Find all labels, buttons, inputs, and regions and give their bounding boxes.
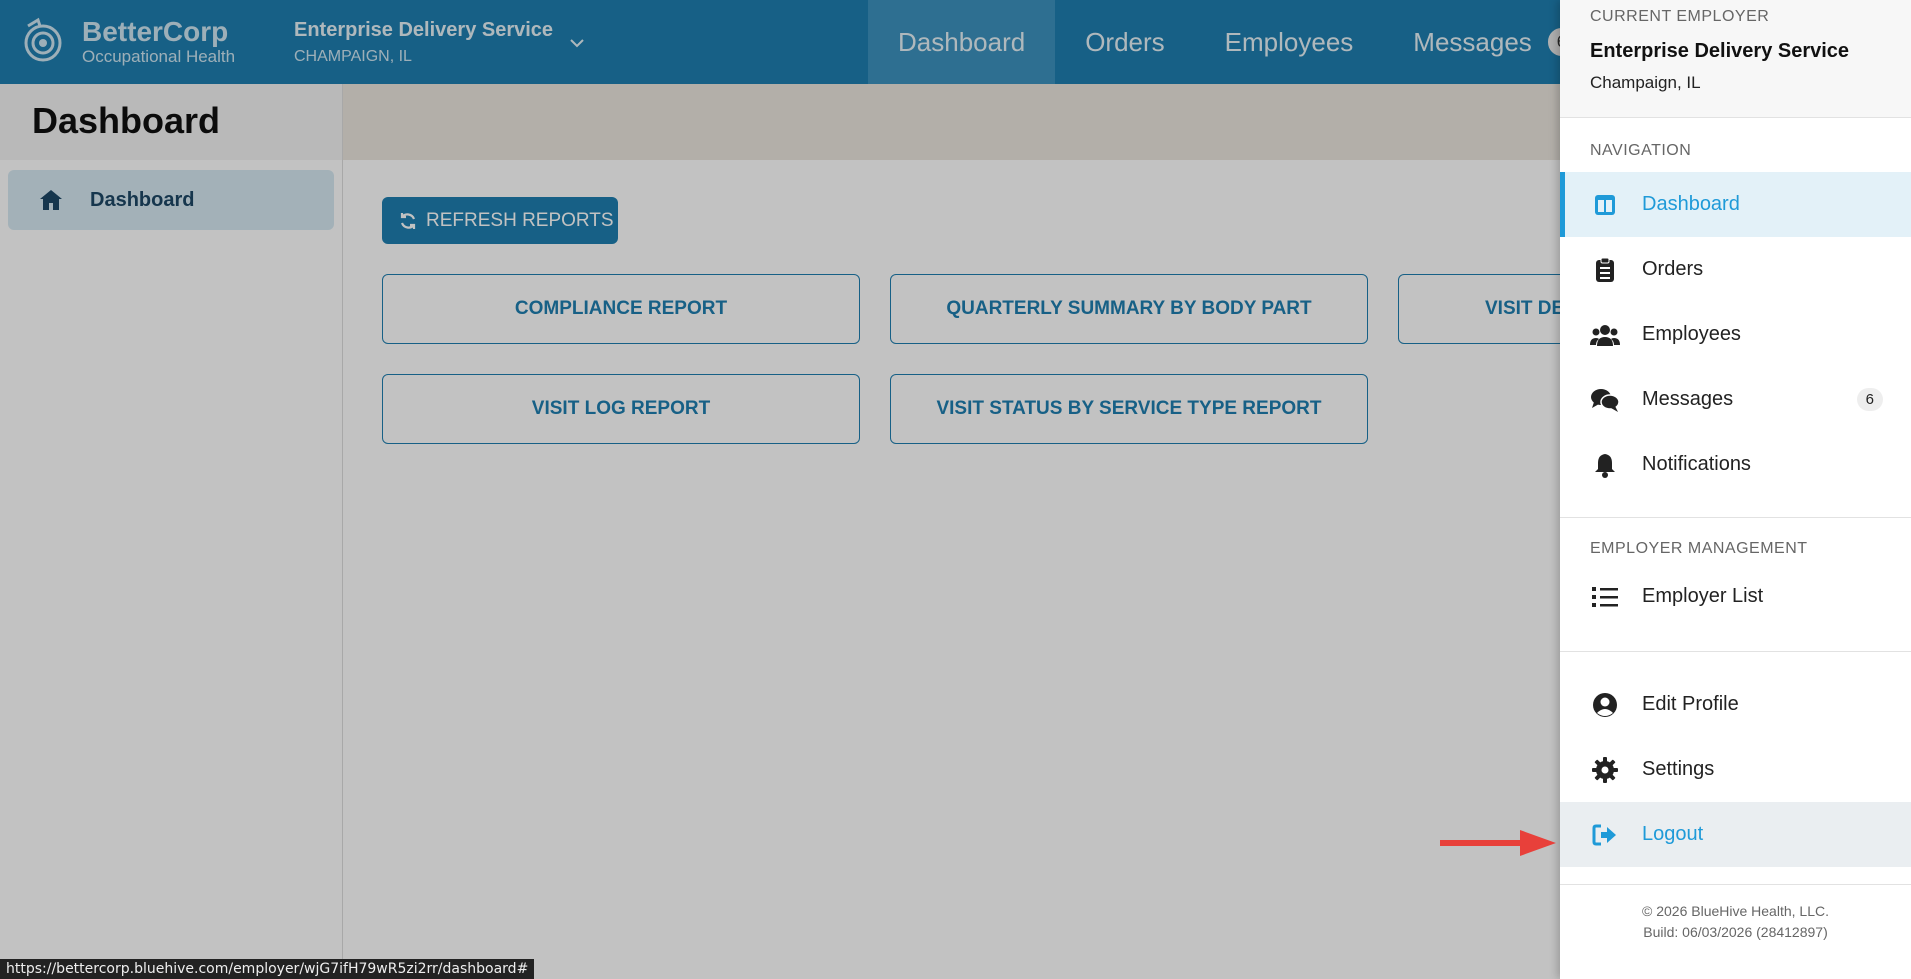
current-employer-section: CURRENT EMPLOYER Enterprise Delivery Ser…: [1560, 0, 1911, 118]
build-text: Build: 06/03/2026 (28412897): [1643, 924, 1828, 940]
logout-icon: [1590, 820, 1620, 850]
drawer-nav-label: Dashboard: [1642, 193, 1740, 215]
drawer-nav-label: Employer List: [1642, 585, 1764, 607]
users-icon: [1590, 320, 1620, 350]
status-bar-url: https://bettercorp.bluehive.com/employer…: [0, 959, 535, 979]
modal-overlay[interactable]: [0, 0, 1560, 979]
navigation-caption: NAVIGATION: [1590, 142, 1692, 159]
user-circle-icon: [1590, 690, 1620, 720]
drawer-nav-edit-profile[interactable]: Edit Profile: [1560, 672, 1911, 737]
annotation-arrow-icon: [1440, 830, 1556, 856]
drawer-nav-label: Employees: [1642, 323, 1741, 345]
gear-icon: [1590, 755, 1620, 785]
drawer-footer: © 2026 BlueHive Health, LLC. Build: 06/0…: [1560, 884, 1911, 979]
nav-drawer: CURRENT EMPLOYER Enterprise Delivery Ser…: [1560, 0, 1911, 979]
drawer-nav-logout[interactable]: Logout: [1560, 802, 1911, 867]
drawer-nav-label: Notifications: [1642, 453, 1751, 475]
drawer-nav-employer-list[interactable]: Employer List: [1560, 564, 1911, 629]
drawer-nav-messages[interactable]: Messages 6: [1560, 367, 1911, 432]
drawer-nav-label: Messages: [1642, 388, 1734, 410]
drawer-nav-label: Edit Profile: [1642, 693, 1739, 715]
drawer-nav-settings[interactable]: Settings: [1560, 737, 1911, 802]
drawer-nav-dashboard[interactable]: Dashboard: [1560, 172, 1911, 237]
chat-icon: [1590, 385, 1620, 415]
drawer-nav-notifications[interactable]: Notifications: [1560, 432, 1911, 497]
dashboard-icon: [1590, 190, 1620, 220]
drawer-nav-label: Logout: [1642, 823, 1704, 845]
drawer-nav-employees[interactable]: Employees: [1560, 302, 1911, 367]
messages-badge: 6: [1856, 388, 1883, 411]
current-employer-name: Enterprise Delivery Service: [1590, 40, 1850, 62]
clipboard-icon: [1590, 255, 1620, 285]
drawer-nav-label: Orders: [1642, 258, 1704, 280]
drawer-nav-label: Settings: [1642, 758, 1715, 780]
list-icon: [1590, 582, 1620, 612]
bell-icon: [1590, 450, 1620, 480]
employer-management-caption: EMPLOYER MANAGEMENT: [1590, 540, 1808, 557]
drawer-nav-orders[interactable]: Orders: [1560, 237, 1911, 302]
copyright-text: © 2026 BlueHive Health, LLC.: [1642, 903, 1829, 919]
current-employer-caption: CURRENT EMPLOYER: [1590, 8, 1770, 25]
current-employer-location: Champaign, IL: [1590, 73, 1701, 92]
